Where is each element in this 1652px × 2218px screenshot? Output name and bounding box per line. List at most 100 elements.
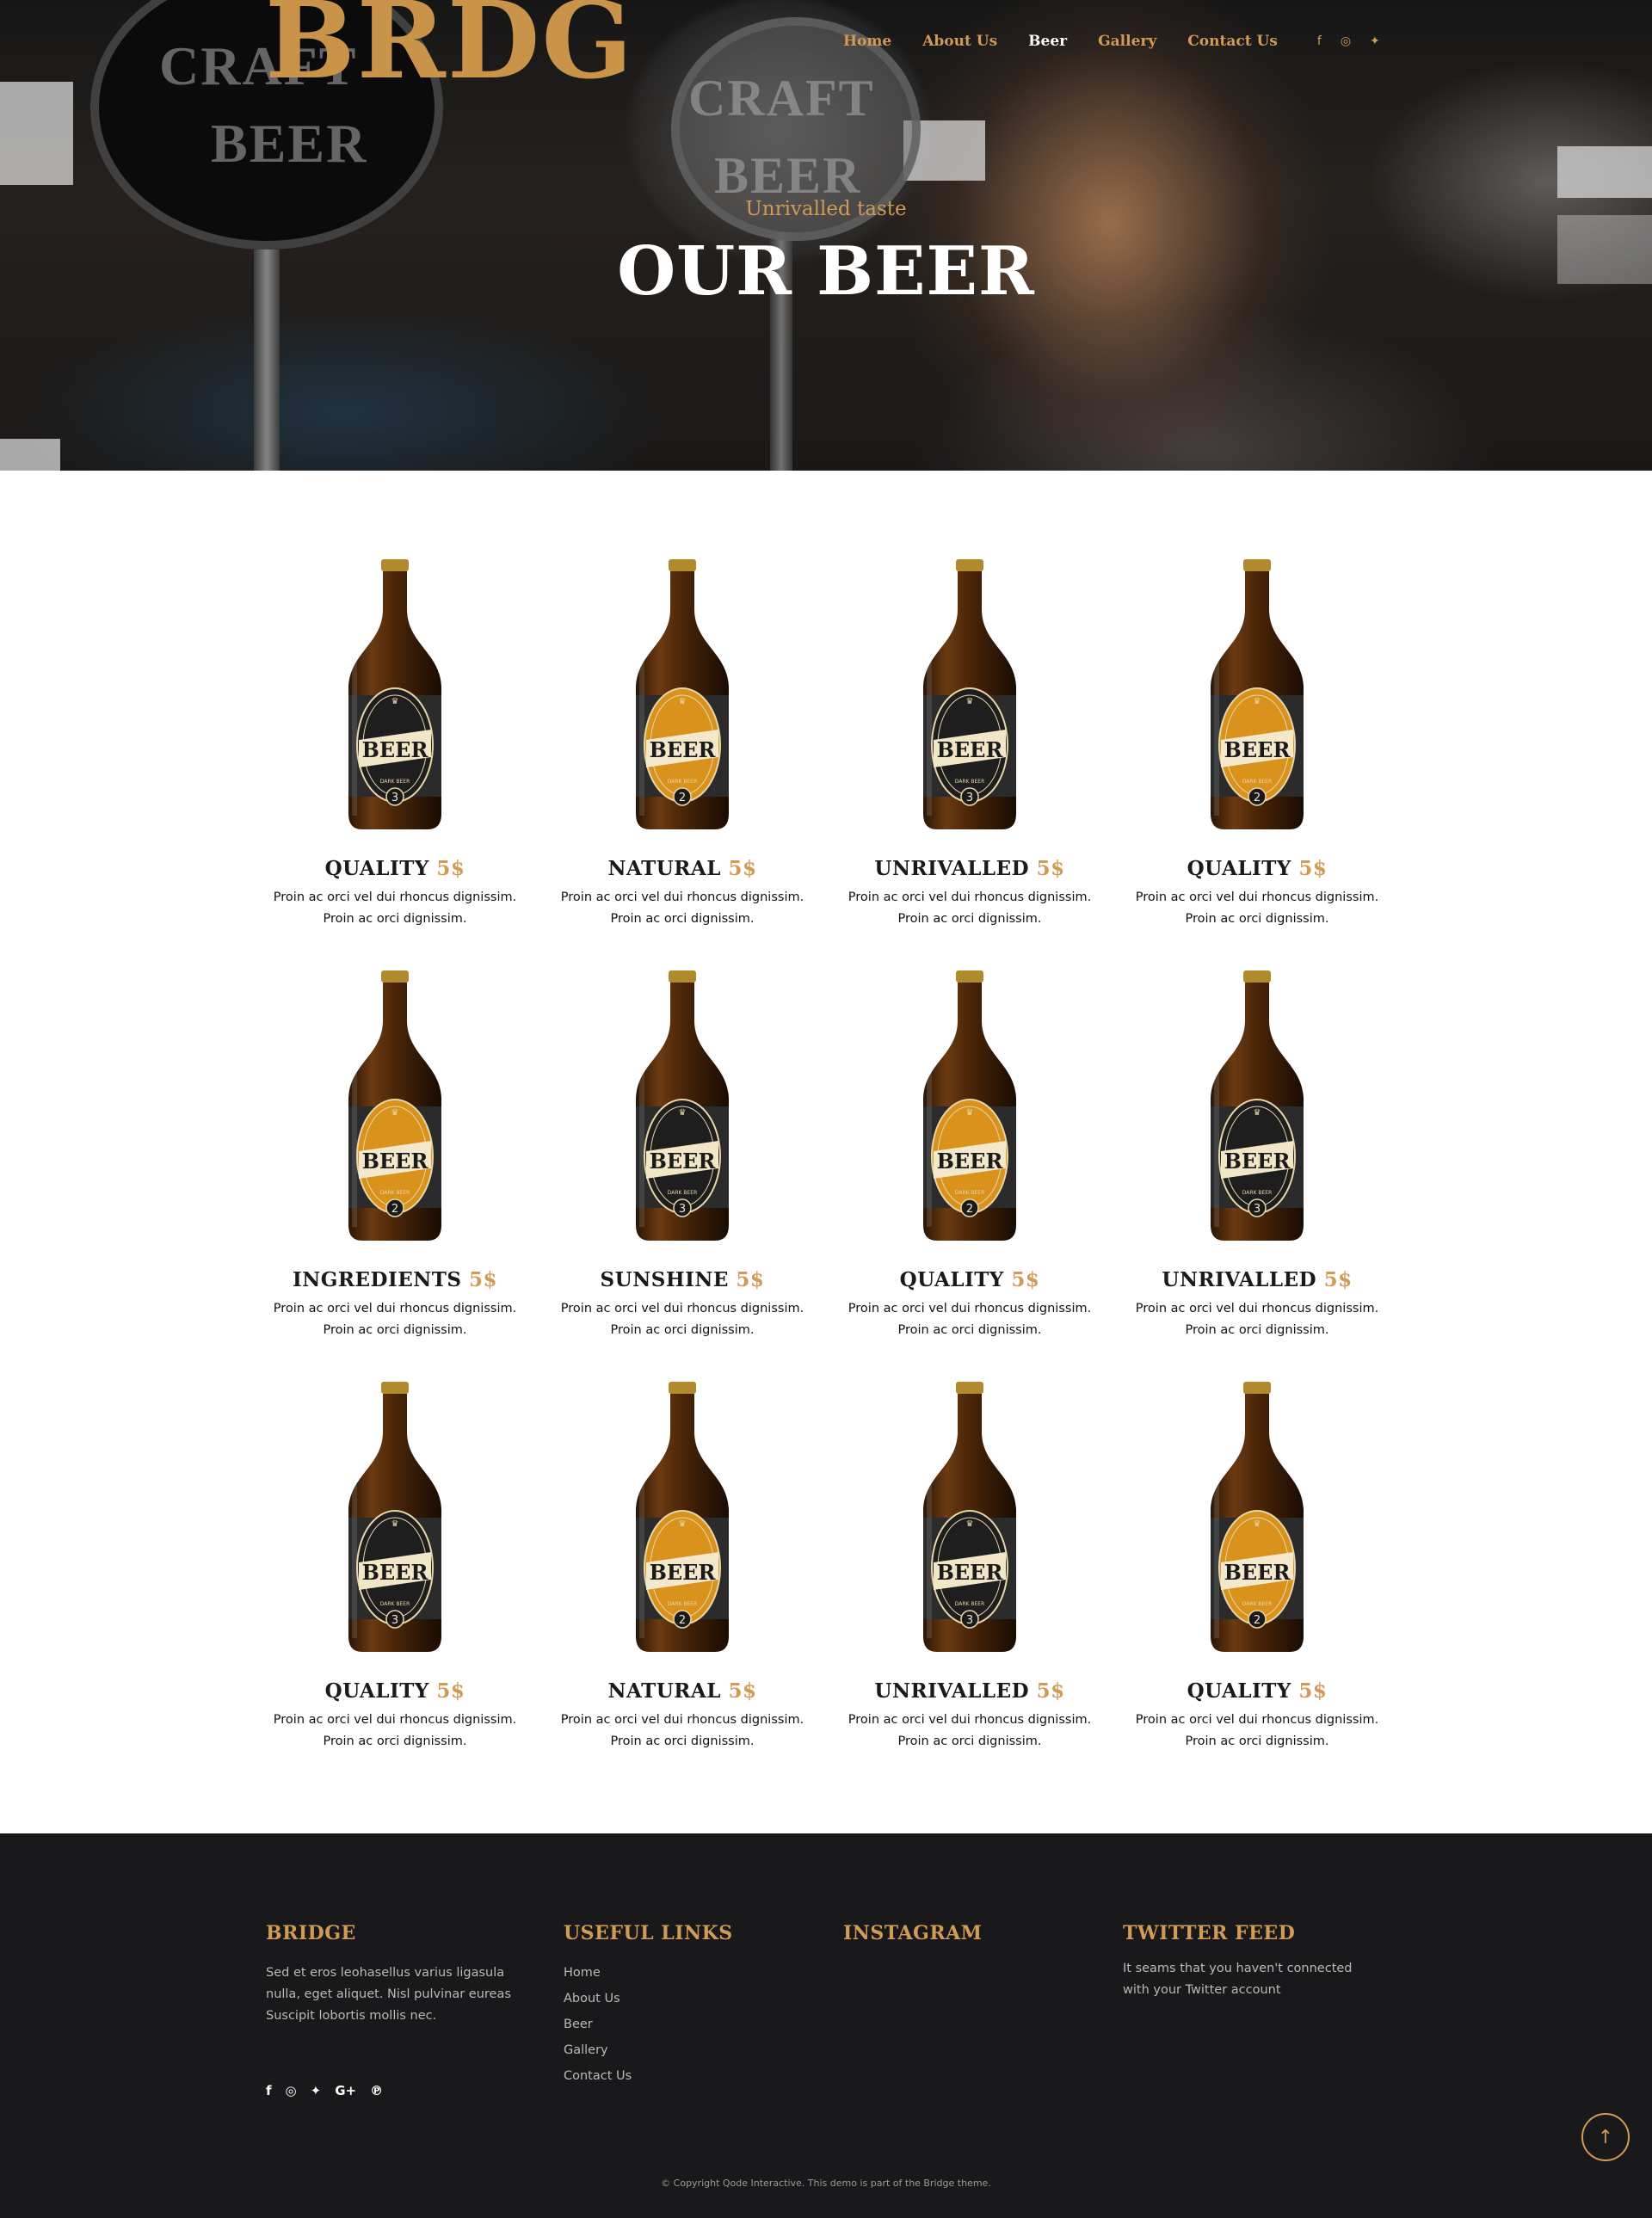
crown-icon: ♛ [1254, 697, 1261, 706]
product-card[interactable]: BEER DARK BEER 3 ♛ QUALITY 5$ Proin ac o… [251, 558, 539, 969]
google-plus-icon[interactable]: G+ [335, 2083, 356, 2098]
crown-icon: ♛ [1254, 1108, 1261, 1118]
product-card[interactable]: BEER DARK BEER 2 ♛ NATURAL 5$ Proin ac o… [539, 558, 826, 969]
arrow-up-icon: ↑ [1597, 2126, 1614, 2148]
product-name: SUNSHINE 5$ [539, 1268, 826, 1291]
product-card[interactable]: BEER DARK BEER 2 ♛ NATURAL 5$ Proin ac o… [539, 1380, 826, 1791]
beer-bottle-image: BEER DARK BEER 3 ♛ [348, 1382, 441, 1652]
instagram-icon[interactable]: ◎ [1341, 34, 1351, 48]
product-price: 5$ [1036, 857, 1065, 880]
twitter-icon[interactable]: ✦ [1370, 34, 1380, 48]
page-title: OUR BEER [617, 232, 1035, 311]
bottle-label-number: 2 [1254, 1614, 1261, 1627]
bottle-label-sub: DARK BEER [1242, 1601, 1273, 1607]
bottle-label-sub: DARK BEER [668, 779, 698, 785]
nav-gallery[interactable]: Gallery [1098, 33, 1156, 50]
facebook-icon[interactable]: f [266, 2083, 272, 2098]
footer-twitter: TWITTER FEED It seams that you haven't c… [1123, 1922, 1372, 2001]
product-card[interactable]: BEER DARK BEER 3 ♛ SUNSHINE 5$ Proin ac … [539, 969, 826, 1380]
beer-bottle-image: BEER DARK BEER 2 ♛ [636, 559, 729, 829]
footer-links: USEFUL LINKS Home About Us Beer Gallery … [564, 1922, 787, 2089]
nav-home[interactable]: Home [843, 33, 891, 50]
product-desc-line: Proin ac orci vel dui rhoncus dignissim. [848, 1713, 1092, 1727]
nav-contact-us[interactable]: Contact Us [1187, 33, 1278, 50]
product-card[interactable]: BEER DARK BEER 2 ♛ INGREDIENTS 5$ Proin … [251, 969, 539, 1380]
product-card[interactable]: BEER DARK BEER 3 ♛ UNRIVALLED 5$ Proin a… [826, 1380, 1113, 1791]
crown-icon: ♛ [679, 697, 687, 706]
footer-instagram: INSTAGRAM [843, 1922, 1067, 1944]
main-nav: Home About Us Beer Gallery Contact Us f … [843, 33, 1380, 50]
bottle-label-number: 2 [679, 1614, 686, 1627]
product-description: Proin ac orci vel dui rhoncus dignissim.… [539, 887, 826, 930]
instagram-icon[interactable]: ◎ [286, 2083, 297, 2098]
product-card[interactable]: BEER DARK BEER 3 ♛ UNRIVALLED 5$ Proin a… [826, 558, 1113, 969]
bottle-label-text: BEER [1224, 1149, 1291, 1174]
footer-link-contact-us[interactable]: Contact Us [564, 2063, 787, 2089]
bottle-label-number: 2 [966, 1203, 973, 1216]
nav-about-us[interactable]: About Us [922, 33, 997, 50]
product-name: UNRIVALLED 5$ [826, 1679, 1113, 1703]
bottle-label-text: BEER [937, 737, 1004, 762]
bottle-label-number: 2 [1254, 792, 1261, 804]
beer-bottle-image: BEER DARK BEER 2 ♛ [636, 1382, 729, 1652]
product-card[interactable]: BEER DARK BEER 3 ♛ QUALITY 5$ Proin ac o… [251, 1380, 539, 1791]
product-desc-line: Proin ac orci dignissim. [1185, 1323, 1329, 1337]
product-description: Proin ac orci vel dui rhoncus dignissim.… [251, 887, 539, 930]
product-title: UNRIVALLED [1162, 1268, 1317, 1291]
bottle-label-sub: DARK BEER [955, 1190, 985, 1196]
product-description: Proin ac orci vel dui rhoncus dignissim.… [251, 1298, 539, 1341]
bottle-label-text: BEER [650, 1149, 717, 1174]
twitter-icon[interactable]: ✦ [311, 2083, 322, 2098]
product-desc-line: Proin ac orci vel dui rhoncus dignissim. [848, 1302, 1092, 1315]
product-desc-line: Proin ac orci dignissim. [610, 1323, 755, 1337]
product-card[interactable]: BEER DARK BEER 3 ♛ UNRIVALLED 5$ Proin a… [1113, 969, 1401, 1380]
product-description: Proin ac orci vel dui rhoncus dignissim.… [1113, 1298, 1401, 1341]
product-price: 5$ [728, 857, 757, 880]
footer-link-home[interactable]: Home [564, 1960, 787, 1986]
footer-link-about-us[interactable]: About Us [564, 1986, 787, 2012]
product-price: 5$ [1323, 1268, 1353, 1291]
crown-icon: ♛ [391, 1519, 399, 1529]
bottle-label-text: BEER [937, 1560, 1004, 1585]
product-card[interactable]: BEER DARK BEER 2 ♛ QUALITY 5$ Proin ac o… [826, 969, 1113, 1380]
product-price: 5$ [469, 1268, 498, 1291]
product-name: UNRIVALLED 5$ [1113, 1268, 1401, 1291]
facebook-icon[interactable]: f [1317, 34, 1322, 48]
pinterest-icon[interactable]: ℗ [370, 2083, 383, 2098]
product-title: QUALITY [324, 1679, 429, 1703]
site-logo[interactable]: BRDG [265, 0, 634, 95]
bottle-label-sub: DARK BEER [380, 779, 410, 785]
bottle-label-text: BEER [650, 737, 717, 762]
hero-banner: CRAFT BEER CRAFT BEER BRDG Home About Us… [0, 0, 1652, 471]
product-description: Proin ac orci vel dui rhoncus dignissim.… [1113, 1710, 1401, 1753]
product-desc-line: Proin ac orci vel dui rhoncus dignissim. [848, 890, 1092, 904]
crown-icon: ♛ [679, 1519, 687, 1529]
back-to-top-button[interactable]: ↑ [1581, 2113, 1630, 2161]
product-desc-line: Proin ac orci vel dui rhoncus dignissim. [273, 1302, 517, 1315]
nav-beer[interactable]: Beer [1028, 33, 1067, 50]
product-desc-line: Proin ac orci vel dui rhoncus dignissim. [560, 890, 804, 904]
product-desc-line: Proin ac orci dignissim. [323, 1323, 467, 1337]
beer-bottle-image: BEER DARK BEER 2 ♛ [1211, 559, 1304, 829]
product-card[interactable]: BEER DARK BEER 2 ♛ QUALITY 5$ Proin ac o… [1113, 1380, 1401, 1791]
bottle-label-number: 3 [391, 792, 398, 804]
product-description: Proin ac orci vel dui rhoncus dignissim.… [826, 1710, 1113, 1753]
product-desc-line: Proin ac orci dignissim. [610, 1734, 755, 1748]
product-price: 5$ [1298, 857, 1328, 880]
product-description: Proin ac orci vel dui rhoncus dignissim.… [1113, 887, 1401, 930]
product-name: NATURAL 5$ [539, 1679, 826, 1703]
footer-link-gallery[interactable]: Gallery [564, 2037, 787, 2063]
footer-link-beer[interactable]: Beer [564, 2012, 787, 2037]
bottle-label-text: BEER [1224, 737, 1291, 762]
product-card[interactable]: BEER DARK BEER 2 ♛ QUALITY 5$ Proin ac o… [1113, 558, 1401, 969]
footer-instagram-title: INSTAGRAM [843, 1922, 983, 1944]
crown-icon: ♛ [1254, 1519, 1261, 1529]
bottle-label-number: 3 [966, 1614, 973, 1627]
crown-icon: ♛ [966, 1519, 974, 1529]
product-price: 5$ [1036, 1679, 1065, 1703]
product-price: 5$ [1298, 1679, 1328, 1703]
crown-icon: ♛ [966, 1108, 974, 1118]
footer-social: f ◎ ✦ G+ ℗ [266, 2083, 397, 2098]
product-price: 5$ [728, 1679, 757, 1703]
product-name: NATURAL 5$ [539, 857, 826, 880]
